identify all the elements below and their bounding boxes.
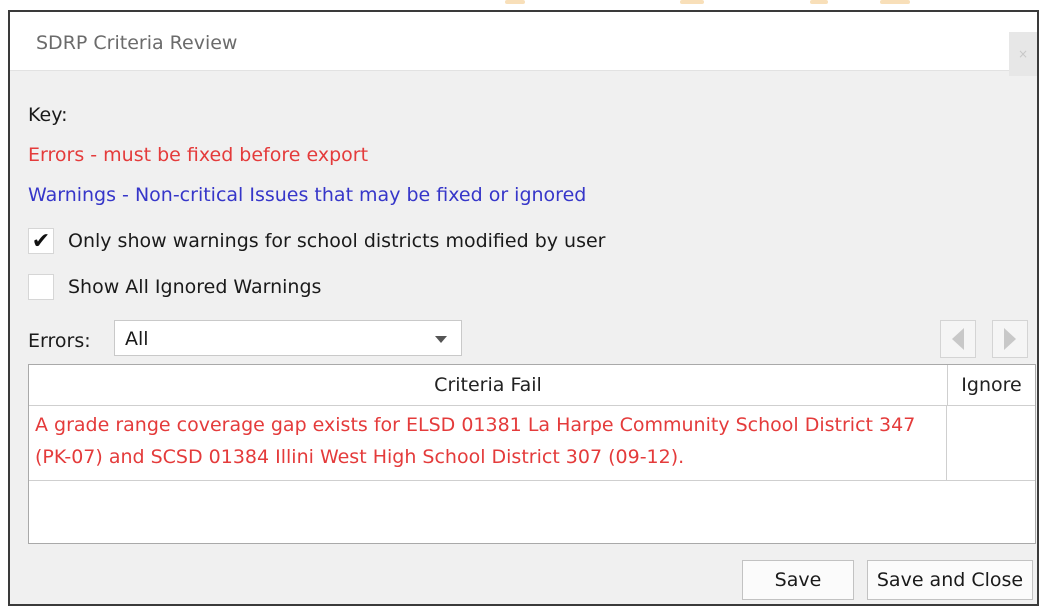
table-header: Criteria Fail Ignore [29,365,1035,406]
warnings-key-text: Warnings - Non-critical Issues that may … [28,184,587,206]
save-and-close-button[interactable]: Save and Close [867,560,1033,600]
criteria-review-dialog: SDRP Criteria Review × Key: Errors - mus… [8,10,1039,606]
previous-button[interactable] [940,320,976,358]
next-button[interactable] [992,320,1028,358]
chevron-down-icon [435,336,447,343]
criteria-fail-cell[interactable]: A grade range coverage gap exists for EL… [29,406,947,480]
errors-filter-value: All [125,328,149,350]
only-modified-checkbox[interactable]: ✔ [28,228,54,254]
close-button[interactable]: × [1009,32,1037,76]
background-window-edge [0,0,1041,10]
errors-filter-label: Errors: [28,330,91,352]
title-bar: SDRP Criteria Review × [10,12,1037,76]
table-row[interactable]: A grade range coverage gap exists for EL… [29,406,1035,481]
checkmark-icon: ✔ [31,228,51,254]
show-ignored-checkbox[interactable] [28,274,54,300]
show-ignored-label[interactable]: Show All Ignored Warnings [68,276,321,298]
ignore-cell[interactable] [948,406,1035,480]
criteria-table: Criteria Fail Ignore A grade range cover… [28,364,1036,544]
column-header-ignore[interactable]: Ignore [948,365,1035,405]
save-button[interactable]: Save [742,560,854,600]
errors-key-text: Errors - must be fixed before export [28,144,369,166]
errors-filter-dropdown[interactable]: All [114,320,462,356]
triangle-right-icon [1004,328,1016,350]
only-modified-label[interactable]: Only show warnings for school districts … [68,230,605,252]
column-header-criteria-fail[interactable]: Criteria Fail [29,365,948,405]
key-heading: Key: [28,104,68,126]
triangle-left-icon [952,328,964,350]
dialog-title: SDRP Criteria Review [36,32,238,54]
